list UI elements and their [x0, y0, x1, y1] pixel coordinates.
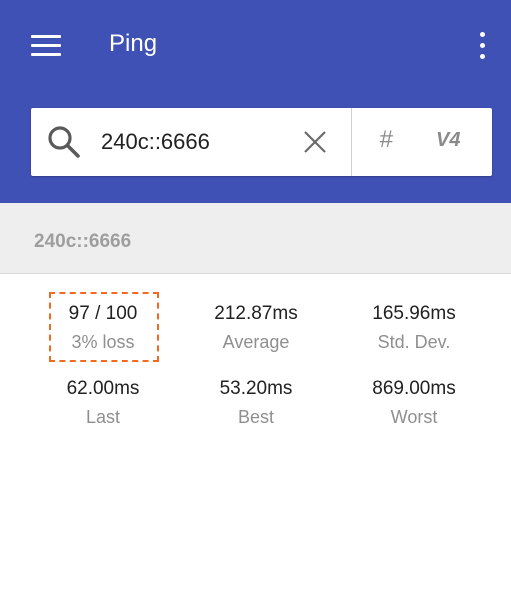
- stat-value: 53.20ms: [219, 378, 293, 399]
- stat-label: Std. Dev.: [377, 332, 451, 352]
- stat-worst: 869.00ms Worst: [339, 377, 489, 429]
- app-title: Ping: [109, 30, 158, 57]
- search-input[interactable]: [101, 126, 291, 158]
- stat-value: 165.96ms: [372, 303, 456, 324]
- stat-average: 212.87ms Average: [181, 302, 331, 354]
- host-header: 240c::6666: [0, 203, 511, 274]
- stat-value: 869.00ms: [372, 378, 456, 399]
- stat-best: 53.20ms Best: [181, 377, 331, 429]
- stat-label: 3% loss: [71, 332, 135, 352]
- hash-button[interactable]: #: [371, 126, 401, 158]
- stat-value: 212.87ms: [214, 303, 298, 324]
- stat-value: 97 / 100: [68, 303, 138, 324]
- host-label: 240c::6666: [34, 231, 132, 252]
- menu-icon[interactable]: [31, 35, 61, 57]
- more-vert-icon[interactable]: [472, 32, 492, 60]
- stat-label: Average: [222, 332, 290, 352]
- stat-label: Last: [85, 407, 121, 427]
- stat-last: 62.00ms Last: [28, 377, 178, 429]
- v4-button[interactable]: V4: [436, 129, 476, 157]
- stat-label: Worst: [390, 407, 438, 427]
- stat-value: 62.00ms: [66, 378, 140, 399]
- stat-packets: 97 / 100 3% loss: [28, 302, 178, 354]
- app-bar: Ping # V4: [0, 0, 511, 203]
- stat-label: Best: [237, 407, 275, 427]
- close-icon[interactable]: [302, 129, 328, 155]
- search-icon: [48, 126, 80, 158]
- stat-std-dev: 165.96ms Std. Dev.: [339, 302, 489, 354]
- search-box: # V4: [31, 108, 492, 176]
- search-divider: [351, 108, 352, 176]
